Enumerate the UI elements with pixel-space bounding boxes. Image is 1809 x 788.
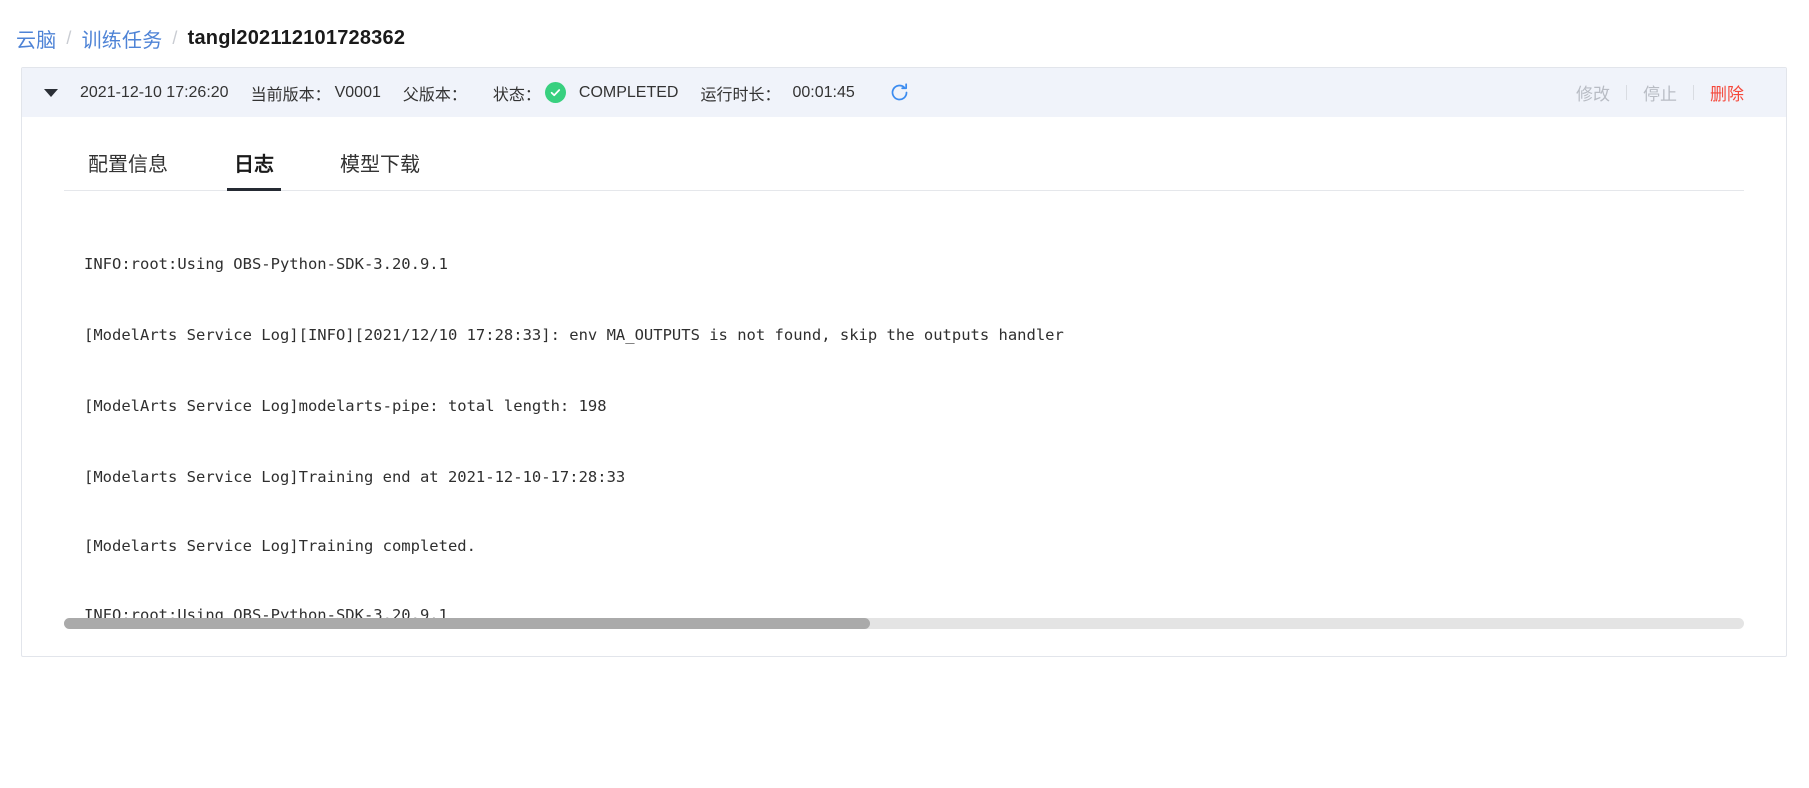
log-horizontal-scrollbar[interactable] [64,618,1744,629]
log-line: [Modelarts Service Log]Training end at 2… [84,468,626,486]
tab-model-download[interactable]: 模型下载 [336,148,424,190]
job-detail-card: 2021-12-10 17:26:20 当前版本： V0001 父版本： 状态：… [21,67,1787,657]
breadcrumb: 云脑 / 训练任务 / tangl202112101728362 [0,0,1809,56]
log-line: [ModelArts Service Log]modelarts-pipe: t… [84,397,607,415]
current-version-value: V0001 [334,83,381,101]
log-lines: INFO:root:Using OBS-Python-SDK-3.20.9.1 … [84,213,1744,623]
tab-bar: 配置信息 日志 模型下载 [64,117,1744,191]
run-duration: 运行时长： 00:01:45 [700,81,854,105]
duration-value: 00:01:45 [792,83,855,101]
parent-version: 父版本： [403,81,471,105]
current-version: 当前版本： V0001 [251,81,381,105]
parent-version-label: 父版本： [402,86,467,104]
tab-logs[interactable]: 日志 [227,148,281,191]
log-viewer[interactable]: INFO:root:Using OBS-Python-SDK-3.20.9.1 … [64,191,1744,623]
job-actions: 修改 停止 删除 [1560,80,1776,105]
log-line: INFO:root:Using OBS-Python-SDK-3.20.9.1 [84,255,448,273]
log-line: [Modelarts Service Log]Training complete… [84,537,476,555]
job-datetime: 2021-12-10 17:26:20 [76,84,229,102]
modify-button: 修改 [1576,85,1610,104]
breadcrumb-current: tangl202112101728362 [187,26,406,49]
status-badge: COMPLETED [578,83,679,101]
log-line: [ModelArts Service Log][INFO][2021/12/10… [84,326,1064,344]
job-status: 状态： COMPLETED [492,81,679,105]
log-horizontal-scrollbar-thumb[interactable] [64,618,871,629]
duration-label: 运行时长： [700,86,781,104]
stop-button: 停止 [1643,85,1677,104]
current-version-label: 当前版本： [250,86,331,104]
tab-configuration[interactable]: 配置信息 [84,148,172,190]
caret-down-icon[interactable] [44,88,58,97]
tabs-container: 配置信息 日志 模型下载 [22,117,1786,191]
refresh-icon[interactable] [889,82,910,103]
breadcrumb-separator-1: / [66,27,72,48]
check-circle-icon [544,82,566,103]
breadcrumb-section[interactable]: 训练任务 [82,24,163,53]
breadcrumb-separator-2: / [172,27,178,48]
job-datetime-value: 2021-12-10 17:26:20 [80,83,229,101]
breadcrumb-root[interactable]: 云脑 [16,24,56,53]
status-label: 状态： [492,86,541,104]
version-status-bar: 2021-12-10 17:26:20 当前版本： V0001 父版本： 状态：… [22,68,1786,117]
delete-button[interactable]: 删除 [1694,80,1760,105]
